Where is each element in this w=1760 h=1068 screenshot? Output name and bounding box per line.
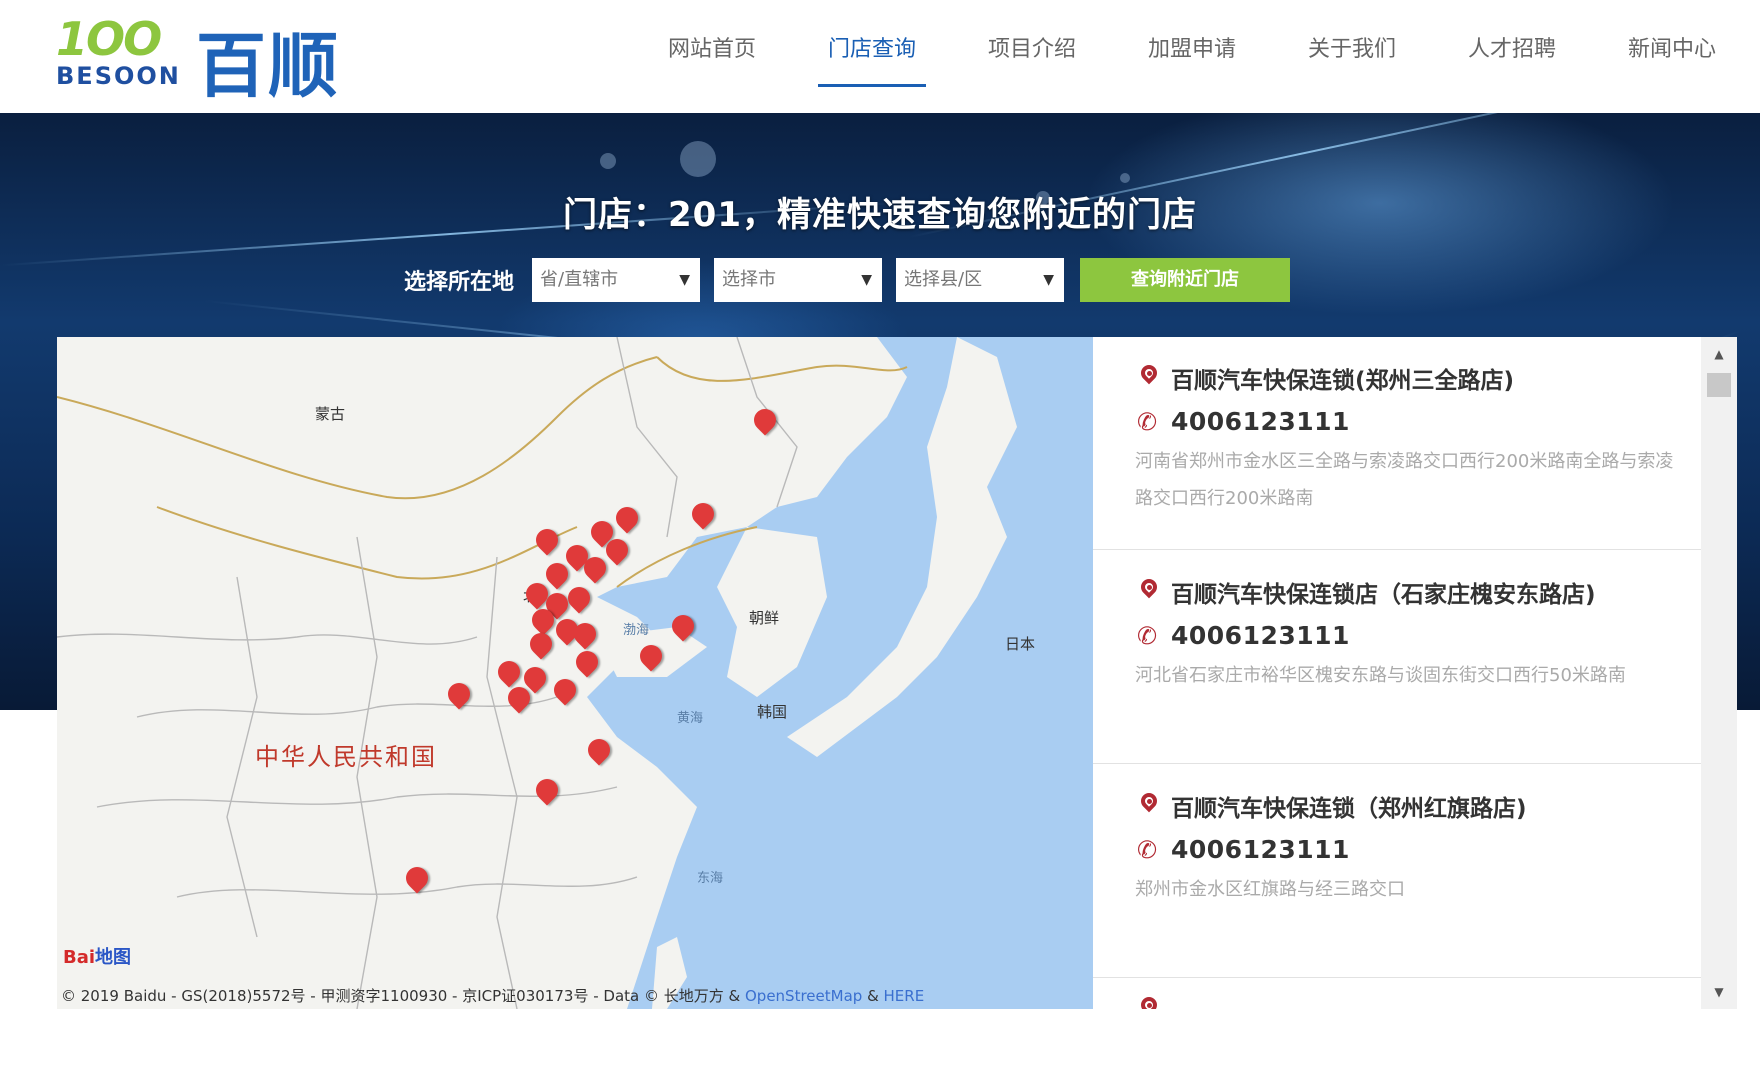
store-location-pin[interactable] [672,615,694,637]
here-link[interactable]: HERE [884,987,925,1005]
store-location-pin[interactable] [536,529,558,551]
store-location-pin[interactable] [568,587,590,609]
store-location-pin[interactable] [406,867,428,889]
store-location-pin[interactable] [448,683,470,705]
logo-chinese: 百顺 [196,25,340,107]
store-location-pin[interactable] [546,563,568,585]
map-label-east-sea: 东海 [697,871,724,886]
bokeh-orb [680,141,716,177]
store-location-pin[interactable] [616,507,638,529]
store-address: 郑州市金水区红旗路与经三路交口 [1135,879,1405,900]
store-search-form: 选择所在地 省/直辖市 ▼ 选择市 ▼ 选择县/区 ▼ 查询附近门店 [404,257,1291,303]
store-phone: 4006123111 [1171,407,1350,436]
store-card[interactable]: 百顺汽车快保连锁（郑州红旗路店) ✆ 4006123111 郑州市金水区红旗路与… [1093,765,1701,978]
search-nearby-stores-button[interactable]: 查询附近门店 [1080,258,1291,302]
store-location-pin[interactable] [584,557,606,579]
scroll-up-arrow-icon[interactable]: ▲ [1701,343,1737,365]
store-location-pin[interactable] [692,503,714,525]
store-card[interactable]: 百顺汽车快保连锁(郑州三全路店) ✆ 4006123111 河南省郑州市金水区三… [1093,337,1701,550]
location-pin-icon [1137,793,1163,819]
store-list: 百顺汽车快保连锁(郑州三全路店) ✆ 4006123111 河南省郑州市金水区三… [1093,337,1701,1009]
store-location-pin[interactable] [508,687,530,709]
store-location-pin[interactable] [498,661,520,683]
bokeh-orb [600,153,616,169]
copyright-amp: & [862,987,884,1005]
openstreetmap-link[interactable]: OpenStreetMap [745,987,862,1005]
map-label-north-korea: 朝鲜 [749,609,780,627]
bokeh-orb [1120,173,1130,183]
logo-number: 1OO [56,12,162,66]
dropdown-arrow-icon: ▼ [861,272,873,288]
nav-item-about[interactable]: 关于我们 [1272,0,1432,113]
baidu-logo-text: Bai [63,947,96,968]
store-location-pin[interactable] [536,779,558,801]
map-label-south-korea: 韩国 [757,703,788,721]
store-name: 百顺汽车快保连锁（郑州红旗路店) [1171,796,1527,822]
store-phone: 4006123111 [1171,621,1350,650]
phone-icon: ✆ [1137,621,1158,650]
map-label-japan: 日本 [1005,635,1036,653]
site-header: 1OO BESOON 百顺 网站首页 门店查询 项目介绍 加盟申请 关于我们 人… [0,0,1760,113]
map-label-bohai: 渤海 [623,623,650,638]
store-location-pin[interactable] [530,633,552,655]
store-location-pin[interactable] [606,539,628,561]
baidu-map[interactable]: 蒙古 中华人民共和国 朝鲜 韩国 日本 渤海 黄海 东海 北 Bai地图 © 2… [57,337,1093,1009]
phone-icon: ✆ [1137,835,1158,864]
dropdown-arrow-icon: ▼ [1043,272,1055,288]
dropdown-arrow-icon: ▼ [679,272,691,288]
main-nav: 网站首页 门店查询 项目介绍 加盟申请 关于我们 人才招聘 新闻中心 [632,0,1752,113]
nav-item-news[interactable]: 新闻中心 [1592,0,1752,113]
location-pin-icon [1137,365,1163,391]
banner-title: 门店：201，精准快速查询您附近的门店 [563,195,1197,235]
map-copyright: © 2019 Baidu - GS(2018)5572号 - 甲测资字11009… [61,985,924,1006]
store-location-pin[interactable] [574,623,596,645]
phone-icon: ✆ [1137,407,1158,436]
logo-english: BESOON [56,62,181,90]
district-select[interactable]: 选择县/区 ▼ [896,258,1065,302]
scrollbar-thumb[interactable] [1707,373,1731,397]
nav-item-careers[interactable]: 人才招聘 [1432,0,1592,113]
map-label-mongolia: 蒙古 [315,405,346,423]
map-label-china: 中华人民共和国 [255,743,437,771]
store-address: 河北省石家庄市裕华区槐安东路与谈固东街交口西行50米路南 [1135,665,1626,686]
store-name: 百顺汽车快保连锁店（石家庄槐安东路店) [1171,582,1596,608]
baidu-logo-suffix: 地图 [95,947,132,968]
store-location-pin[interactable] [588,739,610,761]
district-select-value: 选择县/区 [904,269,983,290]
map-label-yellow-sea: 黄海 [677,711,704,726]
store-map-panel: 蒙古 中华人民共和国 朝鲜 韩国 日本 渤海 黄海 东海 北 Bai地图 © 2… [57,337,1737,1009]
province-select-value: 省/直辖市 [540,269,619,290]
store-list-scrollbar[interactable]: ▲ ▼ [1701,337,1737,1009]
nav-item-store-search[interactable]: 门店查询 [792,0,952,113]
store-location-pin[interactable] [532,609,554,631]
store-name: 百顺汽车快保连锁(郑州三全路店) [1171,368,1515,394]
city-select[interactable]: 选择市 ▼ [714,258,883,302]
store-location-pin[interactable] [524,667,546,689]
location-pin-icon [1137,579,1163,605]
nav-item-projects[interactable]: 项目介绍 [952,0,1112,113]
copyright-text: © 2019 Baidu - GS(2018)5572号 - 甲测资字11009… [61,987,745,1005]
besoon-logo[interactable]: 1OO BESOON 百顺 [56,10,356,107]
nav-item-home[interactable]: 网站首页 [632,0,792,113]
store-location-pin[interactable] [754,409,776,431]
store-location-pin[interactable] [554,679,576,701]
nav-item-franchise[interactable]: 加盟申请 [1112,0,1272,113]
scroll-down-arrow-icon[interactable]: ▼ [1701,981,1737,1003]
store-card[interactable]: 百顺汽车快保连锁店（石家庄槐安东路店) ✆ 4006123111 河北省石家庄市… [1093,551,1701,764]
location-pin-icon [1137,997,1171,1009]
store-phone: 4006123111 [1171,835,1350,864]
baidu-map-logo: Bai地图 [63,943,131,969]
store-location-pin[interactable] [576,651,598,673]
map-terrain [57,337,1017,1009]
search-label: 选择所在地 [404,270,515,295]
province-select[interactable]: 省/直辖市 ▼ [532,258,701,302]
store-address: 河南省郑州市金水区三全路与索凌路交口西行200米路南全路与索凌路交口西行200米… [1135,451,1674,509]
city-select-value: 选择市 [722,269,777,290]
store-location-pin[interactable] [640,645,662,667]
